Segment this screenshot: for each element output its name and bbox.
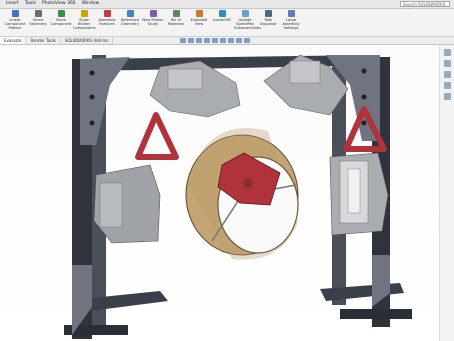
zoom-area-icon[interactable] bbox=[188, 38, 194, 43]
command-manager-ribbon: Linear Component Pattern Smart Fasteners M… bbox=[0, 9, 454, 37]
tab-evaluate[interactable]: Evaluate bbox=[0, 37, 27, 44]
tab-render-tools[interactable]: Render Tools bbox=[26, 37, 61, 44]
search-input[interactable]: Search SOLIDWORKS Help bbox=[400, 1, 450, 13]
ribbon-button-4[interactable]: Assembly Features bbox=[96, 10, 118, 35]
hide-show-icon[interactable] bbox=[228, 38, 234, 43]
tab-addins[interactable]: SOLIDWORKS Add-Ins bbox=[61, 37, 114, 44]
ribbon-button-label: Instant3D bbox=[213, 18, 231, 22]
view-orientation-icon[interactable] bbox=[212, 38, 218, 43]
menu-tools[interactable]: Tools bbox=[25, 0, 36, 8]
ribbon-button-5[interactable]: Reference Geometry bbox=[119, 10, 141, 35]
appearance-icon[interactable] bbox=[236, 38, 242, 43]
ribbon-button-2[interactable]: Move Component bbox=[50, 10, 72, 35]
instant3d-icon bbox=[218, 10, 226, 17]
pattern-icon bbox=[11, 10, 19, 17]
frame-foot-right bbox=[340, 309, 412, 319]
motion-study-icon bbox=[149, 10, 157, 17]
ribbon-button-7[interactable]: Bill of Materials bbox=[165, 10, 187, 35]
heads-up-view-toolbar bbox=[180, 38, 250, 43]
scene-icon[interactable] bbox=[244, 38, 250, 43]
display-style-icon[interactable] bbox=[220, 38, 226, 43]
red-bracket-left bbox=[135, 112, 179, 160]
menu-insert[interactable]: Insert bbox=[6, 0, 19, 8]
ribbon-button-label: Reference Geometry bbox=[120, 18, 140, 26]
file-explorer-icon[interactable] bbox=[443, 71, 451, 78]
resources-icon[interactable] bbox=[443, 49, 451, 56]
ribbon-button-label: Update SpeedPak Subassemblies bbox=[234, 18, 261, 30]
assembly-features-icon bbox=[103, 10, 111, 17]
reference-geometry-icon bbox=[126, 10, 134, 17]
appearances-icon[interactable] bbox=[443, 93, 451, 100]
menu-photoview[interactable]: PhotoView 360 bbox=[42, 0, 76, 8]
fastener-icon bbox=[34, 10, 42, 17]
ribbon-button-0[interactable]: Linear Component Pattern bbox=[4, 10, 26, 35]
previous-view-icon[interactable] bbox=[196, 38, 202, 43]
graphics-area[interactable] bbox=[0, 45, 454, 341]
ribbon-button-label: Exploded View bbox=[190, 18, 208, 26]
speedpak-icon bbox=[241, 10, 249, 17]
ribbon-button-label: Take Snapshot bbox=[259, 18, 277, 26]
ribbon-button-11[interactable]: Take Snapshot bbox=[257, 10, 279, 35]
ribbon-button-9[interactable]: Instant3D bbox=[211, 10, 233, 35]
ribbon-button-label: Large Assembly Settings bbox=[282, 18, 300, 30]
ribbon-button-3[interactable]: Show Hidden Components bbox=[73, 10, 96, 35]
task-pane-tabs bbox=[439, 45, 454, 341]
ribbon-button-8[interactable]: Exploded View bbox=[188, 10, 210, 35]
ribbon-button-label: Bill of Materials bbox=[167, 18, 185, 26]
ribbon-button-1[interactable]: Smart Fasteners bbox=[27, 10, 49, 35]
ribbon-button-12[interactable]: Large Assembly Settings bbox=[280, 10, 302, 35]
ribbon-button-label: Linear Component Pattern bbox=[4, 18, 26, 30]
view-palette-icon[interactable] bbox=[443, 82, 451, 89]
ribbon-button-label: New Motion Study bbox=[142, 18, 164, 26]
ribbon-button-10[interactable]: Update SpeedPak Subassemblies bbox=[234, 10, 261, 35]
ribbon-button-label: Assembly Features bbox=[98, 18, 116, 26]
design-library-icon[interactable] bbox=[443, 60, 451, 67]
ribbon-button-6[interactable]: New Motion Study bbox=[142, 10, 164, 35]
large-assembly-icon bbox=[287, 10, 295, 17]
ribbon-button-label: Show Hidden Components bbox=[73, 18, 96, 30]
assembly-model[interactable] bbox=[0, 45, 454, 341]
move-icon bbox=[57, 10, 65, 17]
menu-window[interactable]: Window bbox=[82, 0, 100, 8]
zoom-fit-icon[interactable] bbox=[180, 38, 186, 43]
ribbon-button-label: Smart Fasteners bbox=[29, 18, 47, 26]
ribbon-button-label: Move Component bbox=[50, 18, 72, 26]
bom-icon bbox=[172, 10, 180, 17]
exploded-view-icon bbox=[195, 10, 203, 17]
show-hidden-icon bbox=[80, 10, 88, 17]
snapshot-icon bbox=[264, 10, 272, 17]
section-view-icon[interactable] bbox=[204, 38, 210, 43]
menu-bar: Insert Tools PhotoView 360 Window Search… bbox=[0, 0, 454, 13]
